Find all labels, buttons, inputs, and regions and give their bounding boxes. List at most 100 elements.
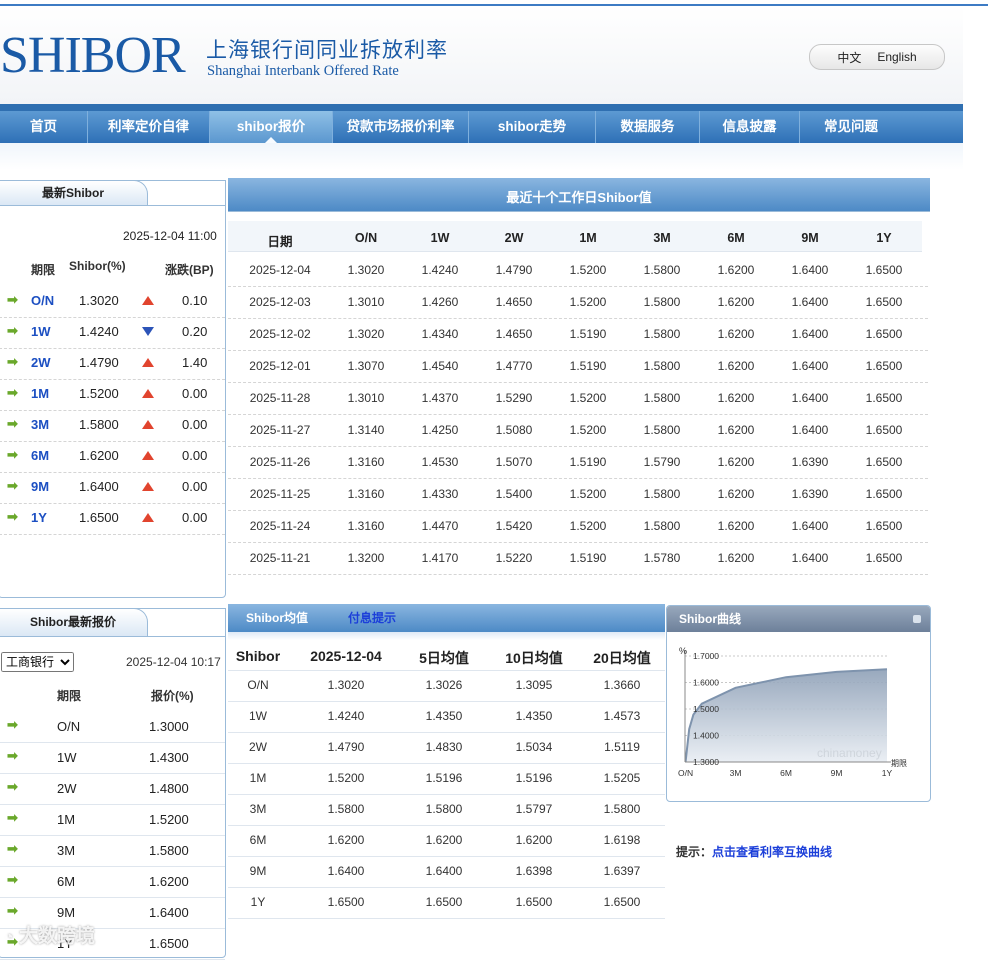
avg-term-cell: 1M xyxy=(250,771,267,785)
date-cell: 2025-11-24 xyxy=(250,519,311,533)
quote-term: 2W xyxy=(57,781,77,796)
avg-value-cell: 1.5800 xyxy=(328,802,365,816)
term-link[interactable]: 1M xyxy=(31,386,49,401)
rate-cell: 1.6390 xyxy=(792,455,829,469)
col-bp-header: 涨跌(BP) xyxy=(165,261,214,278)
language-switch: 中文 English xyxy=(809,44,945,70)
nav-home[interactable]: 首页 xyxy=(0,111,88,143)
avg-value-cell: 1.5196 xyxy=(516,771,553,785)
latest-row[interactable]: ➡O/N1.30200.10 xyxy=(0,286,225,318)
rate-cell: 1.3070 xyxy=(348,359,385,373)
bp-change: 0.00 xyxy=(182,479,207,494)
bp-change: 0.20 xyxy=(182,324,207,339)
green-arrow-icon: ➡ xyxy=(7,385,18,401)
y-tick-label: 1.6000 xyxy=(693,678,719,688)
term-link[interactable]: O/N xyxy=(31,293,54,308)
tab-shibor-avg[interactable]: Shibor均值 xyxy=(246,604,308,632)
nav-disclosure[interactable]: 信息披露 xyxy=(700,111,800,143)
ten-day-row: 2025-11-261.31601.45301.50701.51901.5790… xyxy=(228,446,928,479)
lang-english-button[interactable]: English xyxy=(877,50,916,64)
swap-curve-link[interactable]: 点击查看利率互换曲线 xyxy=(712,845,832,859)
y-tick-label: 1.7000 xyxy=(693,651,719,661)
rate-cell: 1.4340 xyxy=(422,327,459,341)
ten-day-col-header: 1W xyxy=(431,231,450,245)
rate-cell: 1.5200 xyxy=(570,423,607,437)
nav-data-service[interactable]: 数据服务 xyxy=(596,111,700,143)
watermark-text: 大数跨境 xyxy=(19,926,95,947)
date-cell: 2025-12-04 xyxy=(249,263,310,277)
tab-interest-tip[interactable]: 付息提示 xyxy=(348,604,396,632)
avg-value-cell: 1.4573 xyxy=(604,709,641,723)
x-tick-label: 3M xyxy=(730,768,742,778)
term-link[interactable]: 9M xyxy=(31,479,49,494)
avg-row: 1M1.52001.51961.51961.5205 xyxy=(228,763,665,795)
rate-cell: 1.3160 xyxy=(348,487,385,501)
arrow-up-icon xyxy=(142,451,154,460)
avg-value-cell: 1.6198 xyxy=(604,833,641,847)
ten-day-row: 2025-12-041.30201.42401.47901.52001.5800… xyxy=(228,254,928,287)
rate-cell: 1.5800 xyxy=(644,487,681,501)
term-link[interactable]: 1W xyxy=(31,324,51,339)
rate-cell: 1.6400 xyxy=(792,423,829,437)
avg-panel: Shibor均值 付息提示 Shibor2025-12-045日均值10日均值2… xyxy=(228,604,665,944)
avg-col-header: 5日均值 xyxy=(419,648,469,668)
latest-shibor-panel: 最新Shibor 2025-12-04 11:00 期限 Shibor(%) 涨… xyxy=(0,180,226,598)
latest-row[interactable]: ➡1Y1.65000.00 xyxy=(0,503,225,535)
rate-cell: 1.5190 xyxy=(570,551,607,565)
term-link[interactable]: 1Y xyxy=(31,510,47,525)
nav-pricing-self-discipline[interactable]: 利率定价自律 xyxy=(88,111,210,143)
logo-chinese-title: 上海银行间同业拆放利率 xyxy=(206,34,448,64)
y-tick-label: 1.5000 xyxy=(693,704,719,714)
rate-cell: 1.5800 xyxy=(644,391,681,405)
latest-quotes-panel: Shibor最新报价 工商银行 2025-12-04 10:17 期限 报价(%… xyxy=(0,608,226,958)
latest-row[interactable]: ➡1W1.42400.20 xyxy=(0,317,225,349)
arrow-up-icon xyxy=(142,358,154,367)
avg-value-cell: 1.3026 xyxy=(426,678,463,692)
avg-value-cell: 1.5200 xyxy=(328,771,365,785)
tab-latest-shibor[interactable]: 最新Shibor xyxy=(0,180,148,205)
bp-change: 0.10 xyxy=(182,293,207,308)
rate-cell: 1.6200 xyxy=(718,519,755,533)
ten-day-col-header: 2W xyxy=(505,231,524,245)
ten-day-row: 2025-11-271.31401.42501.50801.52001.5800… xyxy=(228,414,928,447)
latest-row[interactable]: ➡3M1.58000.00 xyxy=(0,410,225,442)
term-link[interactable]: 3M xyxy=(31,417,49,432)
avg-value-cell: 1.6200 xyxy=(328,833,365,847)
rate-cell: 1.6400 xyxy=(792,519,829,533)
latest-row[interactable]: ➡9M1.64000.00 xyxy=(0,472,225,504)
shibor-logo[interactable]: SHIBOR xyxy=(0,26,185,86)
rate-cell: 1.4370 xyxy=(422,391,459,405)
rate-cell: 1.6500 xyxy=(866,423,903,437)
rate-cell: 1.6200 xyxy=(718,327,755,341)
date-cell: 2025-11-25 xyxy=(250,487,311,501)
rate-cell: 1.3200 xyxy=(348,551,385,565)
quote-term: 1W xyxy=(57,750,77,765)
avg-value-cell: 1.3020 xyxy=(328,678,365,692)
quote-row: ➡1M1.5200 xyxy=(0,804,225,836)
rate-cell: 1.5200 xyxy=(570,263,607,277)
latest-row[interactable]: ➡1M1.52000.00 xyxy=(0,379,225,411)
nav-lpr[interactable]: 贷款市场报价利率 xyxy=(333,111,469,143)
term-link[interactable]: 6M xyxy=(31,448,49,463)
rate-cell: 1.5780 xyxy=(644,551,681,565)
lang-chinese-button[interactable]: 中文 xyxy=(837,49,861,66)
date-cell: 2025-11-21 xyxy=(250,551,311,565)
latest-row[interactable]: ➡2W1.47901.40 xyxy=(0,348,225,380)
nav-shibor-trend[interactable]: shibor走势 xyxy=(469,111,596,143)
term-link[interactable]: 2W xyxy=(31,355,51,370)
rate-cell: 1.4170 xyxy=(422,551,459,565)
latest-row[interactable]: ➡6M1.62000.00 xyxy=(0,441,225,473)
y-tick-label: 1.4000 xyxy=(693,731,719,741)
quote-value: 1.4300 xyxy=(149,750,189,765)
nav-faq[interactable]: 常见问题 xyxy=(800,111,902,143)
curve-expand-icon[interactable] xyxy=(913,615,921,623)
rate-cell: 1.4650 xyxy=(496,327,533,341)
bank-select[interactable]: 工商银行 xyxy=(1,652,74,672)
quote-row: ➡3M1.5800 xyxy=(0,835,225,867)
nav-shibor-quotes[interactable]: shibor报价 xyxy=(210,111,333,143)
ten-day-row: 2025-11-251.31601.43301.54001.52001.5800… xyxy=(228,478,928,511)
tab-latest-quotes[interactable]: Shibor最新报价 xyxy=(0,608,148,636)
quote-value: 1.3000 xyxy=(149,719,189,734)
rate-cell: 1.5800 xyxy=(644,327,681,341)
quote-term: 1M xyxy=(57,812,75,827)
